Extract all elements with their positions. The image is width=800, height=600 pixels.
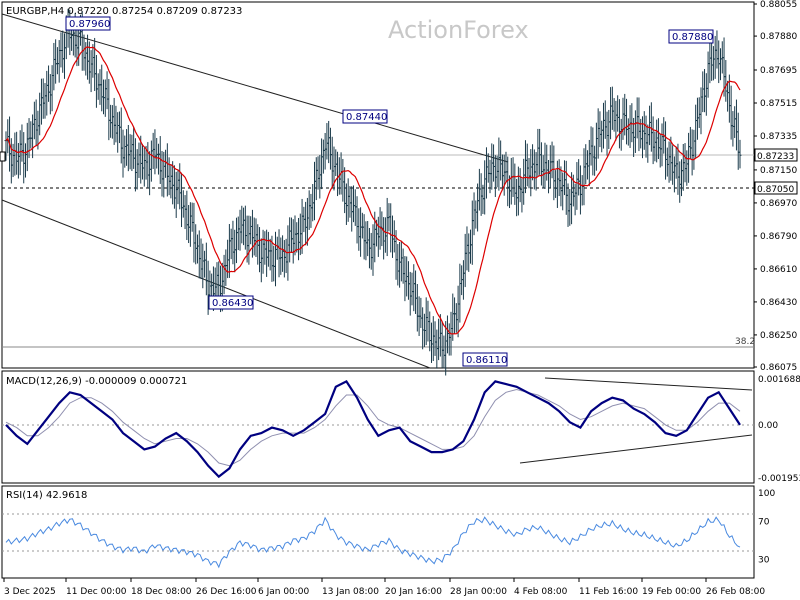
- price-tick-label: 0.86430: [760, 298, 797, 308]
- price-panel: [1, 1, 755, 369]
- time-tick-label: 18 Dec 08:00: [131, 587, 192, 597]
- time-tick-label: 6 Jan 00:00: [258, 587, 310, 597]
- rsi-panel: [1, 485, 755, 579]
- price-label-87440: 0.87440: [342, 109, 388, 124]
- price-tick-label: 0.87695: [760, 66, 797, 76]
- time-tick-label: 11 Dec 00:00: [66, 587, 127, 597]
- price-tick-label: 0.87880: [760, 32, 797, 42]
- macd-panel: [1, 370, 755, 484]
- macd-y-axis: 0.001688 0.00 -0.001953: [758, 375, 800, 484]
- time-tick-label: 13 Jan 08:00: [322, 587, 379, 597]
- time-tick-label: 19 Feb 00:00: [642, 587, 701, 597]
- price-label-text: 0.86430: [212, 298, 253, 309]
- price-tick-label: 0.86075: [760, 363, 797, 373]
- price-label-87880: 0.87880: [668, 29, 714, 44]
- macd-tick-label: -0.001953: [758, 474, 800, 484]
- price-label-86430: 0.86430: [208, 295, 254, 310]
- time-tick-label: 26 Feb 08:00: [706, 587, 765, 597]
- price-tick-label: 0.87335: [760, 132, 797, 142]
- price-label-87960: 0.87960: [65, 16, 111, 31]
- fib-label: 38.2: [735, 337, 755, 347]
- price-tick-label: 0.86250: [760, 331, 797, 341]
- rsi-tick-label: 100: [758, 489, 775, 499]
- price-label-text: 0.87960: [69, 19, 110, 30]
- rsi-tick-label: 30: [758, 556, 770, 566]
- time-tick-label: 3 Dec 2025: [4, 587, 56, 597]
- price-tick-label: 0.86970: [760, 199, 797, 209]
- support-price-tag: 0.87050: [754, 181, 798, 195]
- left-price-marker: [0, 151, 6, 162]
- time-tick-label: 4 Feb 08:00: [514, 587, 568, 597]
- time-axis: 3 Dec 2025 11 Dec 00:00 18 Dec 08:00 26 Dec…: [3, 578, 765, 597]
- watermark: ActionForex: [388, 16, 529, 44]
- chart-canvas: ActionForex EURGBP,H4 0.87220 0.87254 0.…: [0, 0, 800, 597]
- time-tick-label: 28 Jan 00:00: [450, 587, 507, 597]
- macd-tick-label: 0.00: [758, 421, 778, 431]
- price-label-text: 0.86110: [466, 355, 507, 366]
- price-tick-label: 0.88055: [760, 0, 797, 10]
- macd-tick-label: 0.001688: [758, 375, 800, 385]
- time-tick-label: 11 Feb 16:00: [579, 587, 638, 597]
- time-tick-label: 26 Dec 16:00: [196, 587, 257, 597]
- price-tick-label: 0.86610: [760, 265, 797, 275]
- price-label-text: 0.87440: [346, 112, 387, 123]
- rsi-tick-label: 70: [758, 518, 770, 528]
- price-label-text: 0.87880: [672, 32, 713, 43]
- support-price-text: 0.87050: [757, 185, 794, 195]
- time-tick-label: 20 Jan 16:00: [385, 587, 442, 597]
- price-label-86110: 0.86110: [462, 352, 508, 367]
- current-price-text: 0.87233: [757, 152, 794, 162]
- price-tick-label: 0.86790: [760, 232, 797, 242]
- current-price-tag: 0.87233: [754, 148, 798, 162]
- symbol-header: EURGBP,H4 0.87220 0.87254 0.87209 0.8723…: [6, 6, 242, 17]
- rsi-y-axis: 100 70 30: [758, 489, 775, 566]
- price-tick-label: 0.87515: [760, 99, 797, 109]
- macd-label: MACD(12,26,9) -0.000009 0.000721: [6, 376, 187, 387]
- rsi-label: RSI(14) 42.9618: [6, 490, 87, 501]
- price-tick-label: 0.87150: [760, 166, 797, 176]
